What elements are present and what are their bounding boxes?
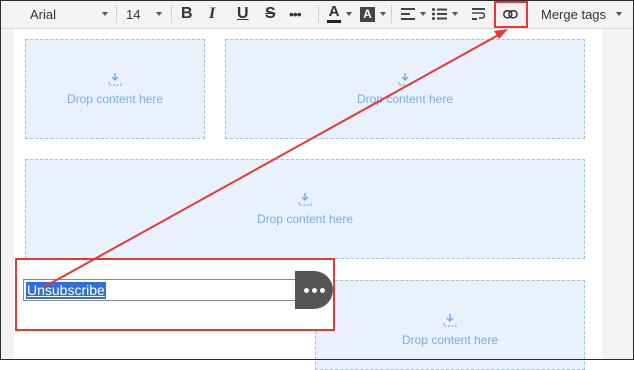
italic-icon: I [209, 5, 216, 22]
merge-tags-dropdown[interactable]: Merge tags [541, 0, 623, 28]
bold-button[interactable]: B [181, 0, 193, 28]
chevron-down-icon [102, 12, 108, 16]
more-formatting-button[interactable]: ••• [289, 0, 302, 28]
font-family-value: Arial [30, 6, 57, 22]
drop-zone[interactable]: Drop content here [25, 159, 585, 259]
drop-zone-label: Drop content here [256, 212, 354, 226]
merge-tags-label: Merge tags [541, 6, 607, 22]
more-icon: ••• [289, 6, 302, 22]
background-color-icon: A [360, 6, 375, 22]
chevron-down-icon [346, 12, 352, 16]
paragraph-format-button[interactable] [472, 0, 485, 28]
chevron-down-icon [616, 12, 623, 16]
bulleted-list-icon [432, 8, 447, 20]
drop-zone-label: Drop content here [66, 92, 164, 106]
drop-download-icon [443, 314, 457, 327]
drop-download-icon [108, 73, 122, 86]
link-button-highlight [494, 1, 528, 28]
underline-button[interactable]: U [237, 0, 249, 28]
chevron-down-icon [420, 12, 426, 16]
font-family-select[interactable]: Arial [30, 0, 108, 28]
align-button[interactable] [401, 0, 426, 28]
text-color-icon: A [328, 2, 340, 20]
align-left-icon [401, 8, 415, 20]
text-toolbar: Arial 14 B I U S ••• A A Merge tags [0, 0, 634, 29]
font-size-value: 14 [126, 6, 141, 22]
bold-icon: B [181, 5, 193, 22]
text-color-button[interactable]: A [327, 0, 352, 28]
ellipsis-icon [303, 287, 325, 293]
link-text-field[interactable]: Unsubscribe [23, 279, 296, 301]
drop-zone[interactable]: Drop content here [225, 39, 585, 139]
drop-zone[interactable]: Drop content here [315, 280, 585, 370]
underline-icon: U [237, 5, 249, 22]
strikethrough-icon: S [265, 5, 276, 22]
link-more-options-button[interactable] [295, 271, 333, 309]
list-button[interactable] [432, 0, 458, 28]
drop-zone[interactable]: Drop content here [25, 39, 205, 139]
drop-download-icon [398, 73, 412, 86]
drop-download-icon [298, 193, 312, 206]
strikethrough-button[interactable]: S [265, 0, 276, 28]
chevron-down-icon [452, 12, 458, 16]
font-size-select[interactable]: 14 [126, 0, 162, 28]
chevron-down-icon [156, 12, 162, 16]
drop-zone-label: Drop content here [401, 333, 499, 347]
chevron-down-icon [380, 12, 386, 16]
background-color-button[interactable]: A [360, 0, 386, 28]
selected-link-text: Unsubscribe [26, 281, 106, 299]
paragraph-format-icon [472, 8, 485, 20]
drop-zone-label: Drop content here [356, 92, 454, 106]
italic-button[interactable]: I [209, 0, 215, 28]
